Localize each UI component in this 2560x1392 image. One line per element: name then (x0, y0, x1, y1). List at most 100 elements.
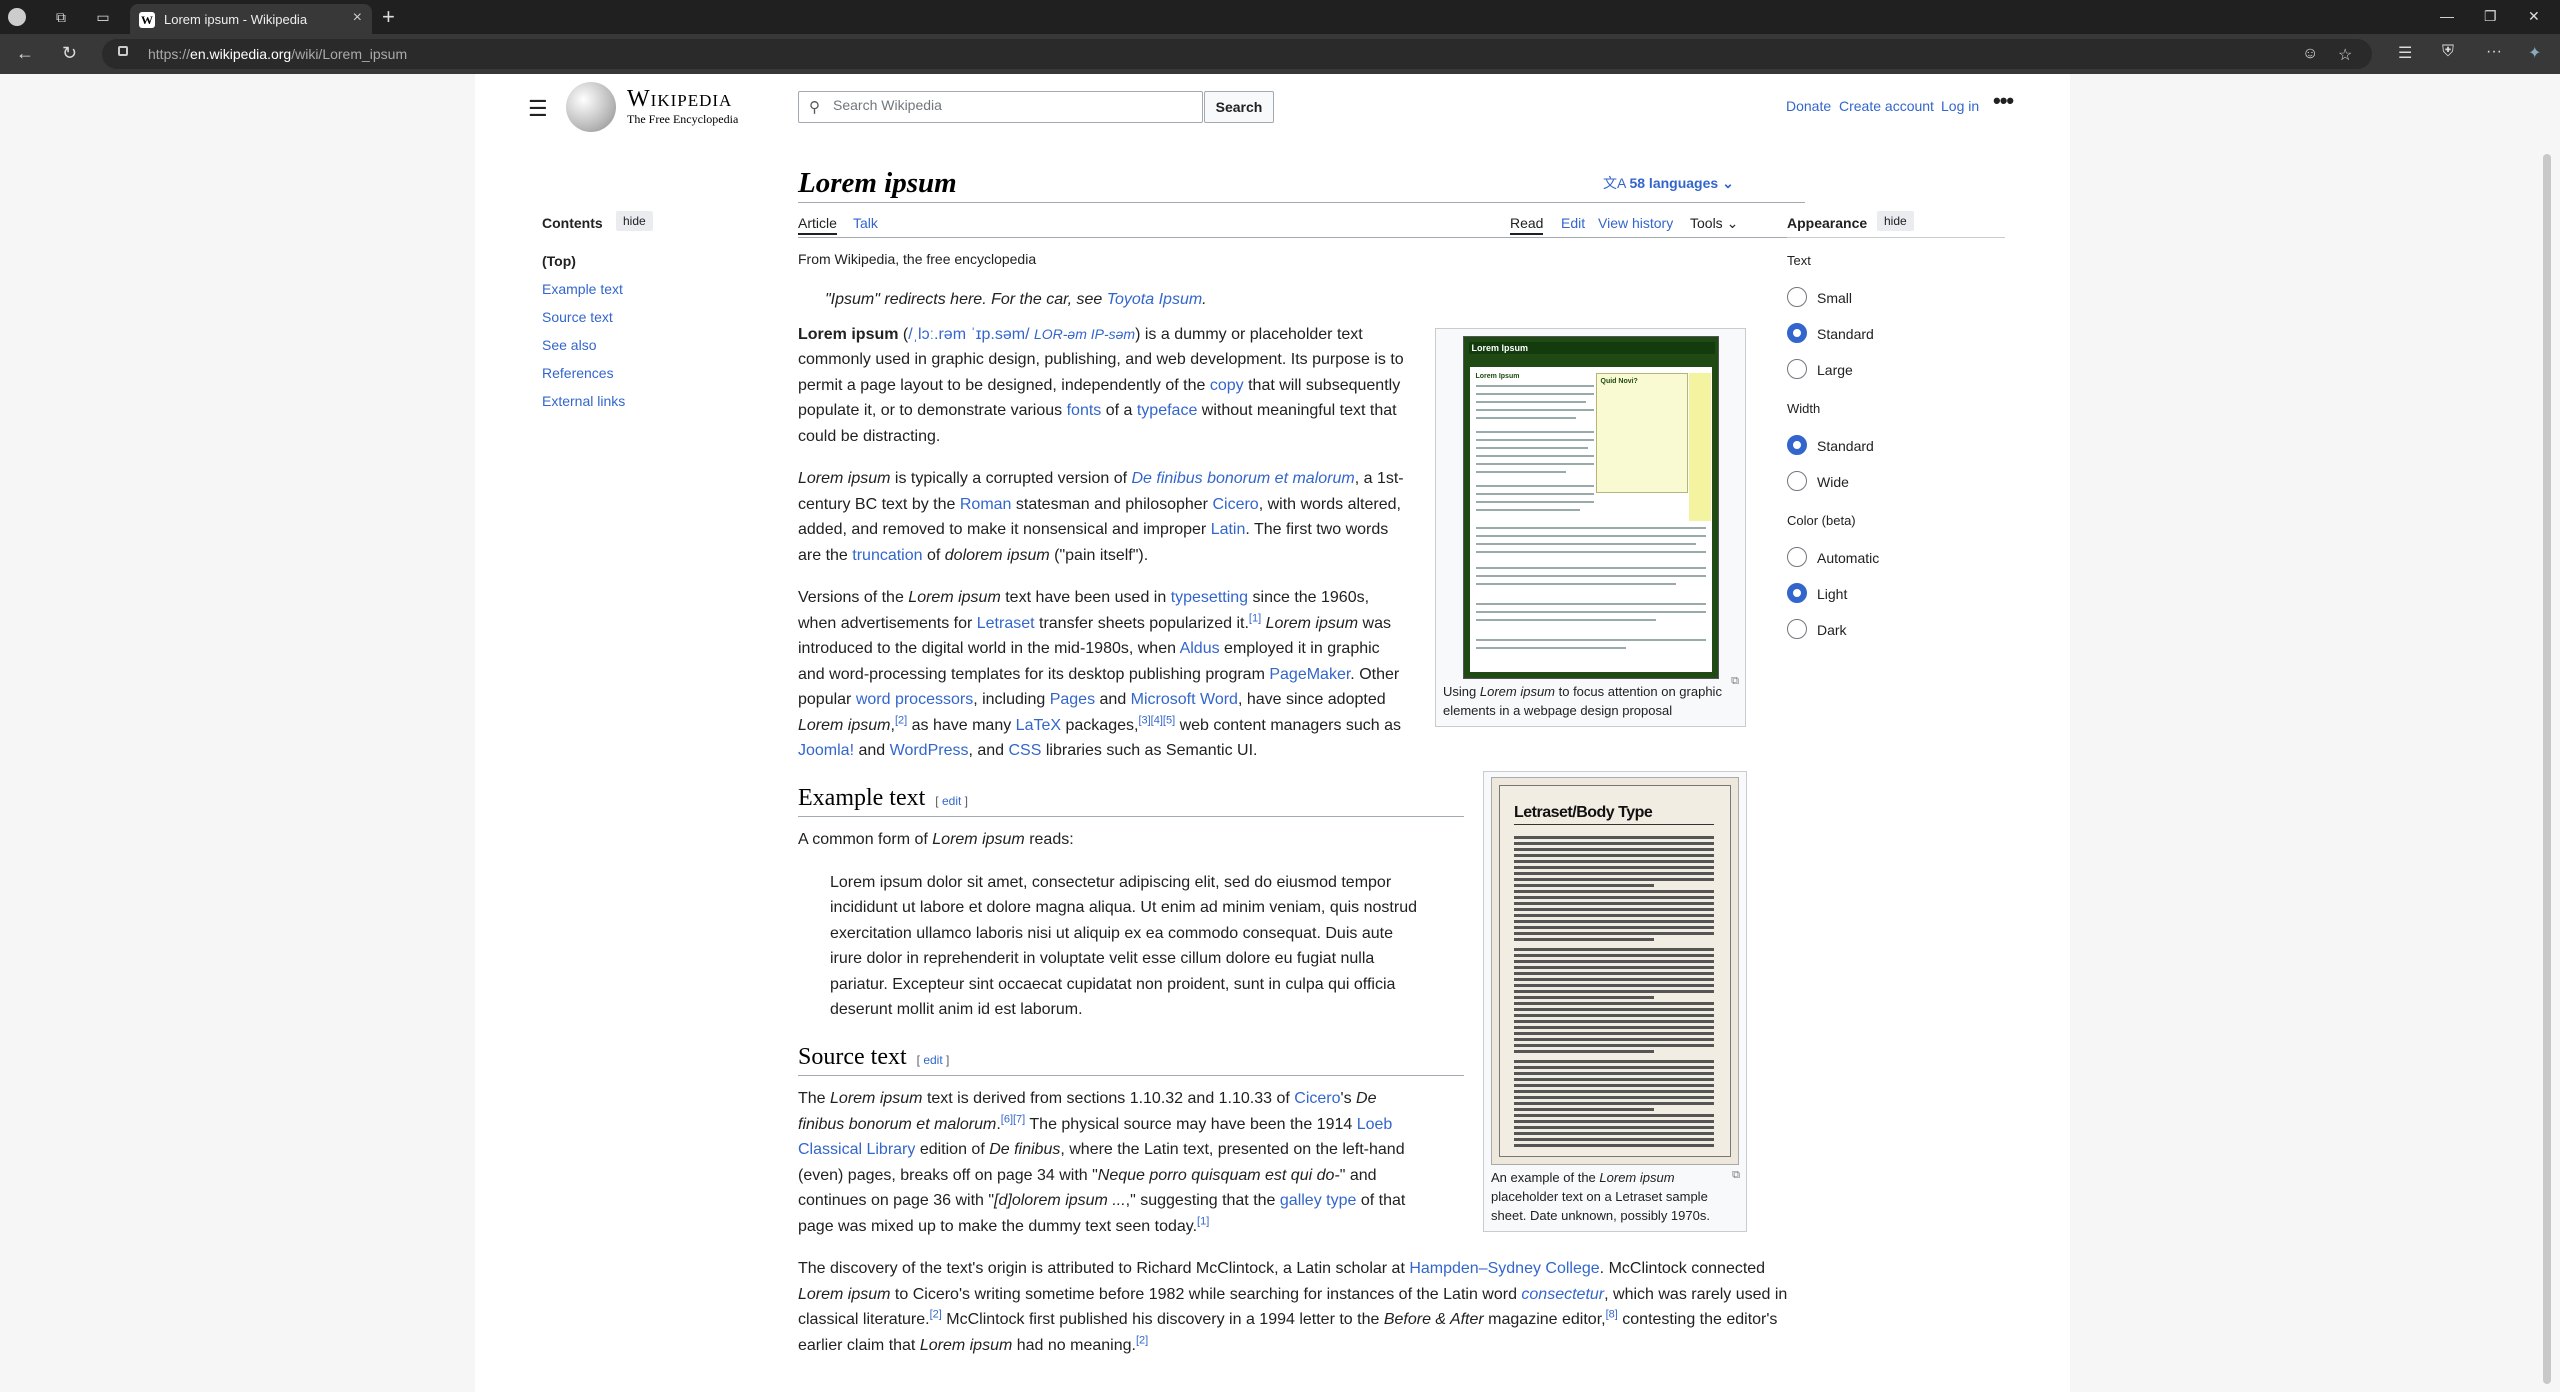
image-text-line (1475, 501, 1594, 503)
logo-wordmark[interactable]: Wikipedia (627, 86, 732, 113)
profile-avatar-icon[interactable] (8, 8, 26, 26)
refresh-icon[interactable]: ↻ (62, 43, 77, 64)
search-input[interactable] (833, 97, 1193, 113)
minimize-icon[interactable]: — (2440, 8, 2454, 24)
sheet-text-line (1514, 902, 1714, 905)
workspaces-icon[interactable]: ⧉ (50, 6, 72, 28)
language-selector[interactable]: 文A 58 languages ⌄ (1603, 173, 1734, 193)
wordpress-link[interactable]: WordPress (890, 742, 969, 759)
new-tab-icon[interactable]: + (382, 4, 395, 30)
radio-button[interactable] (1787, 547, 1807, 567)
tab-edit[interactable]: Edit (1561, 215, 1585, 231)
citation-link[interactable]: [8] (1606, 1309, 1618, 1321)
close-tab-icon[interactable]: × (353, 9, 362, 27)
restore-icon[interactable]: ❐ (2484, 8, 2497, 25)
radio-button[interactable] (1787, 359, 1807, 379)
galley-type-link[interactable]: galley type (1280, 1192, 1357, 1209)
favorites-icon[interactable]: ☰ (2398, 43, 2412, 63)
joomla-link[interactable]: Joomla! (798, 742, 854, 759)
truncation-link[interactable]: truncation (852, 547, 922, 564)
address-bar[interactable]: https://en.wikipedia.org/wiki/Lorem_ipsu… (102, 39, 2372, 69)
radio-button[interactable] (1787, 287, 1807, 307)
log-in-link[interactable]: Log in (1941, 98, 1979, 114)
cicero-link[interactable]: Cicero (1212, 496, 1258, 513)
search-button[interactable]: Search (1204, 91, 1274, 123)
webpage-design-image[interactable]: Lorem Ipsum Lorem Ipsum Quid Novi? (1462, 336, 1719, 679)
main-menu-icon[interactable]: ☰ (528, 96, 548, 122)
create-account-link[interactable]: Create account (1839, 98, 1934, 114)
donate-link[interactable]: Donate (1786, 98, 1831, 114)
ipa-link[interactable]: /ˌlɔː.rəm ˈɪp.səm/ (908, 326, 1029, 343)
favorite-star-icon[interactable]: ☆ (2338, 45, 2352, 65)
toyota-ipsum-link[interactable]: Toyota Ipsum (1107, 291, 1202, 308)
vertical-scrollbar[interactable] (2543, 154, 2551, 1384)
enlarge-icon[interactable]: ⧉ (1732, 1169, 1740, 1182)
citation-link[interactable]: [1] (1249, 612, 1261, 624)
edit-section-link[interactable]: edit (942, 794, 961, 808)
fonts-link[interactable]: fonts (1067, 402, 1102, 419)
toc-item-references[interactable]: References (542, 365, 614, 381)
close-window-icon[interactable]: ✕ (2528, 8, 2540, 25)
back-icon[interactable]: ← (16, 43, 34, 64)
appearance-hide-button[interactable]: hide (1877, 211, 1914, 231)
copilot-icon[interactable]: ✦ (2528, 43, 2541, 63)
radio-button[interactable] (1787, 619, 1807, 639)
copy-link[interactable]: copy (1210, 377, 1244, 394)
edit-section-link[interactable]: edit (923, 1053, 942, 1067)
citation-link[interactable]: [2] (930, 1309, 942, 1321)
enlarge-icon[interactable]: ⧉ (1731, 675, 1739, 688)
reader-mode-icon[interactable]: ☺ (2302, 45, 2318, 63)
citation-link[interactable]: [2] (1136, 1334, 1148, 1346)
pagemaker-link[interactable]: PageMaker (1269, 666, 1350, 683)
toc-item-top[interactable]: (Top) (542, 253, 576, 269)
toc-item-example-text[interactable]: Example text (542, 281, 623, 297)
typesetting-link[interactable]: typesetting (1171, 589, 1248, 606)
settings-more-icon[interactable]: ··· (2486, 43, 2502, 61)
wikipedia-globe-logo[interactable] (566, 82, 616, 132)
tab-view-history[interactable]: View history (1598, 215, 1673, 231)
sheet-text-line (1514, 836, 1714, 839)
browser-tab-active[interactable]: W Lorem ipsum - Wikipedia × (130, 4, 372, 34)
letraset-sheet-image[interactable]: Letraset/Body Type (1491, 777, 1739, 1165)
letraset-link[interactable]: Letraset (977, 615, 1035, 632)
toc-hide-button[interactable]: hide (616, 211, 653, 231)
extensions-icon[interactable]: ⛨ (2442, 43, 2454, 61)
radio-button[interactable] (1787, 323, 1807, 343)
microsoft-word-link[interactable]: Microsoft Word (1131, 691, 1238, 708)
toc-item-external-links[interactable]: External links (542, 393, 625, 409)
toc-item-source-text[interactable]: Source text (542, 309, 613, 325)
toc-item-see-also[interactable]: See also (542, 337, 596, 353)
tools-menu[interactable]: Tools ⌄ (1690, 215, 1738, 232)
width-label: Width (1787, 401, 1821, 416)
roman-link[interactable]: Roman (960, 496, 1012, 513)
sheet-text-line (1514, 960, 1714, 963)
citation-link[interactable]: [1] (1197, 1215, 1209, 1227)
user-menu-icon[interactable]: ••• (1993, 88, 2014, 114)
hampden-sydney-link[interactable]: Hampden–Sydney College (1409, 1260, 1599, 1277)
radio-button[interactable] (1787, 435, 1807, 455)
typeface-link[interactable]: typeface (1137, 402, 1197, 419)
cicero-link[interactable]: Cicero (1294, 1090, 1340, 1107)
vertical-tabs-icon[interactable]: ▭ (92, 6, 114, 28)
sheet-rule (1514, 824, 1714, 825)
de-finibus-link[interactable]: De finibus bonorum et malorum (1131, 470, 1354, 487)
citation-link[interactable]: [6][7] (1001, 1113, 1025, 1125)
radio-button[interactable] (1787, 583, 1807, 603)
word-processors-link[interactable]: word processors (856, 691, 973, 708)
tab-talk[interactable]: Talk (853, 215, 878, 231)
respelling-link[interactable]: LOR-əm IP-səm (1034, 326, 1135, 342)
citation-link[interactable]: [3][4][5] (1138, 714, 1175, 726)
aldus-link[interactable]: Aldus (1180, 640, 1220, 657)
option-label: Large (1817, 362, 1853, 378)
pages-link[interactable]: Pages (1050, 691, 1095, 708)
css-link[interactable]: CSS (1009, 742, 1042, 759)
radio-button[interactable] (1787, 471, 1807, 491)
consectetur-link[interactable]: consectetur (1521, 1286, 1604, 1303)
tab-read[interactable]: Read (1510, 215, 1544, 235)
latin-link[interactable]: Latin (1211, 521, 1246, 538)
image-text-line (1475, 493, 1594, 495)
citation-link[interactable]: [2] (895, 714, 907, 726)
sheet-text-line (1514, 890, 1714, 893)
tab-article[interactable]: Article (798, 215, 837, 235)
latex-link[interactable]: LaTeX (1016, 717, 1061, 734)
